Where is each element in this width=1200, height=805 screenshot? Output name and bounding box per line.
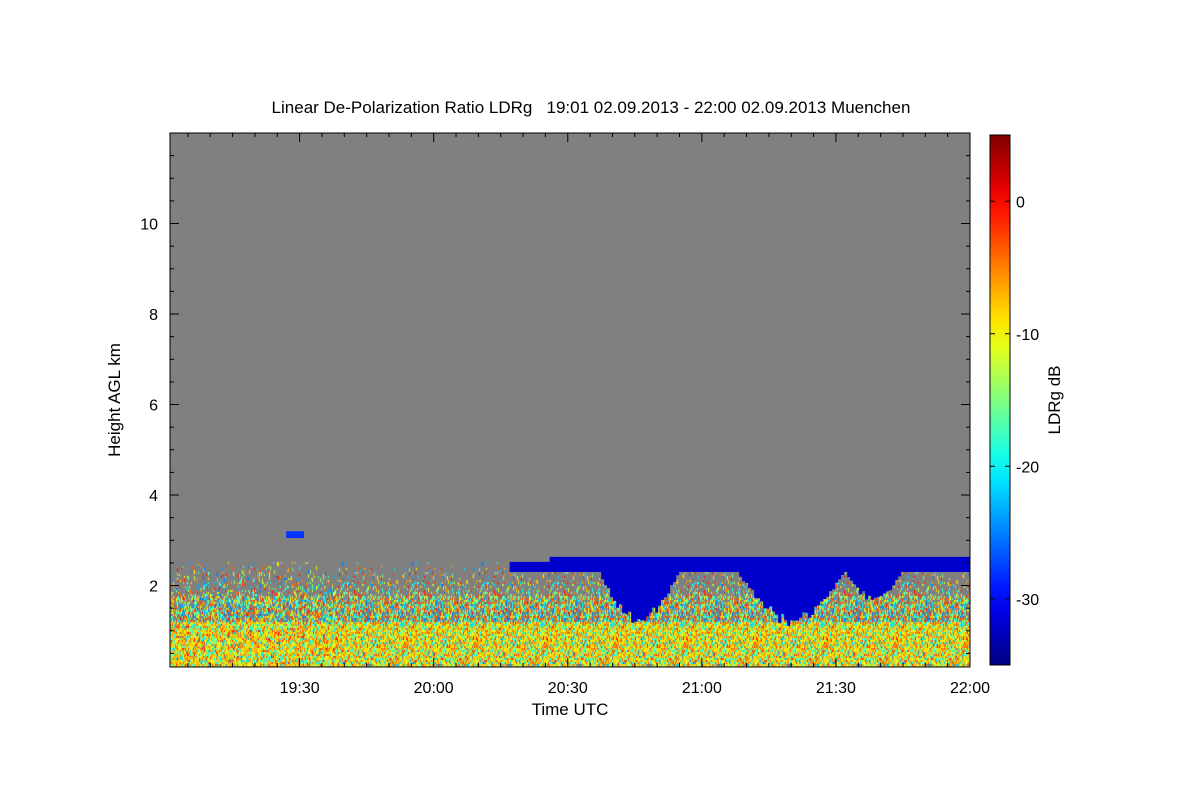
colorbar-scale <box>989 134 1011 666</box>
x-tick-label: 19:30 <box>280 680 320 697</box>
y-tick-label: 4 <box>149 488 158 505</box>
chart-title: Linear De-Polarization Ratio LDRg 19:01 … <box>272 98 911 117</box>
chart-figure: Linear De-Polarization Ratio LDRg 19:01 … <box>0 0 1200 800</box>
colorbar: 0 -10 -20 -30 <box>989 134 1039 666</box>
y-tick-label: 10 <box>140 217 158 234</box>
y-tick-label: 8 <box>149 307 158 324</box>
x-tick-label: 20:00 <box>414 680 454 697</box>
colorbar-tick-label: -30 <box>1016 592 1039 609</box>
y-tick-label: 2 <box>149 579 158 596</box>
boundary-layer-heatmap <box>170 133 970 667</box>
colorbar-tick-label: -20 <box>1016 459 1039 476</box>
plot-area: 19:30 20:00 20:30 21:00 21:30 22:00 2 4 6 8 10 <box>140 132 990 697</box>
colorbar-label: LDRg dB <box>1045 366 1064 435</box>
x-tick-label: 22:00 <box>950 680 990 697</box>
y-tick-label: 6 <box>149 398 158 415</box>
x-axis-label: Time UTC <box>532 700 609 719</box>
x-tick-label: 21:00 <box>682 680 722 697</box>
ldr-chart: Linear De-Polarization Ratio LDRg 19:01 … <box>105 98 1064 719</box>
aerosol-layer <box>286 531 305 539</box>
colorbar-tick-label: 0 <box>1016 194 1025 211</box>
colorbar-tick-label: -10 <box>1016 327 1039 344</box>
y-axis-label: Height AGL km <box>105 343 124 457</box>
cloud-layer <box>549 556 970 572</box>
x-tick-label: 21:30 <box>816 680 856 697</box>
cloud-layer-edge <box>509 561 555 572</box>
x-tick-label: 20:30 <box>548 680 588 697</box>
